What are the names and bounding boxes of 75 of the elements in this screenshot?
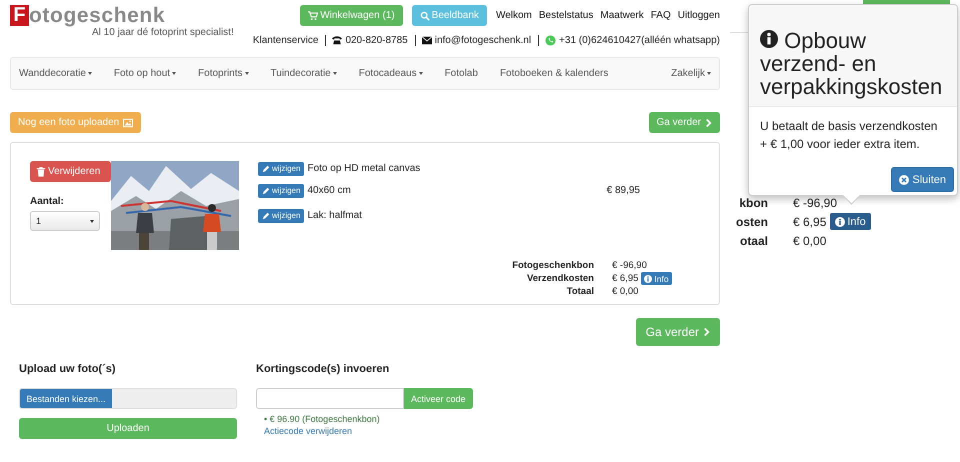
top-link[interactable]: Uitloggen bbox=[678, 10, 720, 21]
top-link[interactable]: Welkom bbox=[496, 10, 532, 21]
customer-service-label: Klantenservice bbox=[252, 35, 318, 46]
info-button[interactable]: Info bbox=[830, 213, 871, 230]
item-price: € 89,95 bbox=[606, 185, 640, 196]
trash-icon bbox=[36, 166, 46, 176]
caret-icon bbox=[707, 72, 711, 75]
quantity-select[interactable]: 1 bbox=[30, 211, 100, 231]
nav-item[interactable]: Wanddecoratie bbox=[19, 68, 92, 79]
whatsapp-icon bbox=[545, 35, 556, 46]
caret-icon bbox=[172, 72, 176, 75]
nav-item[interactable]: Fotolab bbox=[444, 68, 478, 79]
section-title: Kortingscode(s) invoeren bbox=[256, 363, 390, 375]
remove-button[interactable]: Verwijderen bbox=[30, 161, 111, 182]
logo-letter[interactable]: F bbox=[10, 5, 29, 26]
pencil-icon bbox=[262, 212, 270, 220]
nav-item[interactable]: Fotoprints bbox=[198, 68, 249, 79]
quantity-label: Aantal: bbox=[30, 196, 65, 207]
info-icon bbox=[835, 216, 846, 226]
summary-value: € 0,00 bbox=[793, 234, 826, 248]
mail-icon bbox=[422, 36, 432, 45]
summary-label: otaal bbox=[738, 234, 768, 248]
applied-discount-text: • € 96.90 (Fotogeschenkbon) Actiecode verwijderen bbox=[264, 413, 381, 437]
file-input[interactable]: Bestanden kiezen... bbox=[19, 388, 237, 409]
popover-title: Opbouw verzend- en verpakkingskosten bbox=[760, 29, 944, 98]
nav-item[interactable]: Fotoboeken & kalenders bbox=[500, 68, 608, 79]
caret-icon bbox=[418, 72, 423, 75]
contact-info: +31 (0)624610427(alléén whatsapp) bbox=[559, 35, 720, 46]
option-text: Lak: halfmat bbox=[307, 210, 362, 221]
total-value: € -96,90 bbox=[612, 260, 647, 271]
cart-icon bbox=[308, 10, 318, 20]
logo-text[interactable]: otogeschenk bbox=[29, 5, 166, 26]
nav-item[interactable]: Fotocadeaus bbox=[358, 68, 423, 79]
top-link[interactable]: FAQ bbox=[650, 10, 671, 21]
option-text: Foto op HD metal canvas bbox=[307, 163, 420, 174]
chevron-right-icon bbox=[703, 327, 710, 337]
total-value: € 6,95 bbox=[612, 273, 638, 284]
remove-code-link[interactable]: Actiecode verwijderen bbox=[264, 426, 352, 436]
info-icon bbox=[760, 30, 778, 48]
total-label: Fotogeschenkbon bbox=[511, 260, 594, 271]
top-link[interactable]: Bestelstatus bbox=[538, 10, 594, 21]
summary-label: kbon bbox=[738, 196, 768, 210]
image-icon bbox=[123, 118, 134, 128]
pencil-icon bbox=[262, 186, 270, 194]
edit-button[interactable]: wijzigen bbox=[258, 162, 304, 176]
info-icon bbox=[644, 274, 652, 282]
phone-icon bbox=[332, 36, 342, 45]
section-title: Upload uw foto(´s) bbox=[19, 363, 117, 375]
edit-button[interactable]: wijzigen bbox=[258, 208, 304, 222]
summary-value: € -96,90 bbox=[793, 196, 838, 210]
close-button[interactable]: Sluiten bbox=[891, 167, 954, 192]
nav-item[interactable]: Tuindecoratie bbox=[270, 68, 337, 79]
summary-value: € 6,95 bbox=[793, 214, 826, 228]
edit-button[interactable]: wijzigen bbox=[258, 184, 304, 198]
caret-icon bbox=[332, 72, 337, 75]
total-label: Totaal bbox=[566, 286, 594, 297]
contact-info: info@fotogeschenk.nl bbox=[434, 35, 532, 46]
option-text: 40x60 cm bbox=[307, 185, 351, 196]
caret-icon bbox=[244, 72, 249, 75]
search-icon bbox=[420, 10, 430, 20]
total-value: € 0,00 bbox=[612, 286, 638, 297]
contact-info: 020-820-8785 bbox=[345, 35, 408, 46]
caret-icon bbox=[88, 72, 92, 75]
pencil-icon bbox=[262, 164, 270, 172]
nav-item[interactable]: Foto op hout bbox=[114, 68, 176, 79]
tagline: Al 10 jaar dé fotoprint specialist! bbox=[92, 27, 234, 38]
close-icon bbox=[899, 174, 910, 184]
top-link[interactable]: Maatwerk bbox=[600, 10, 644, 21]
nav-item[interactable]: Zakelijk bbox=[671, 68, 711, 79]
discount-code-field[interactable] bbox=[256, 388, 404, 409]
summary-label: osten bbox=[734, 214, 768, 228]
chevron-right-icon bbox=[705, 118, 712, 128]
popover-text: U betaalt de basis verzendkosten + € 1,00 voor ieder extra item. bbox=[760, 118, 938, 153]
info-button[interactable]: Info bbox=[641, 272, 672, 285]
total-label: Verzendkosten bbox=[526, 273, 594, 284]
